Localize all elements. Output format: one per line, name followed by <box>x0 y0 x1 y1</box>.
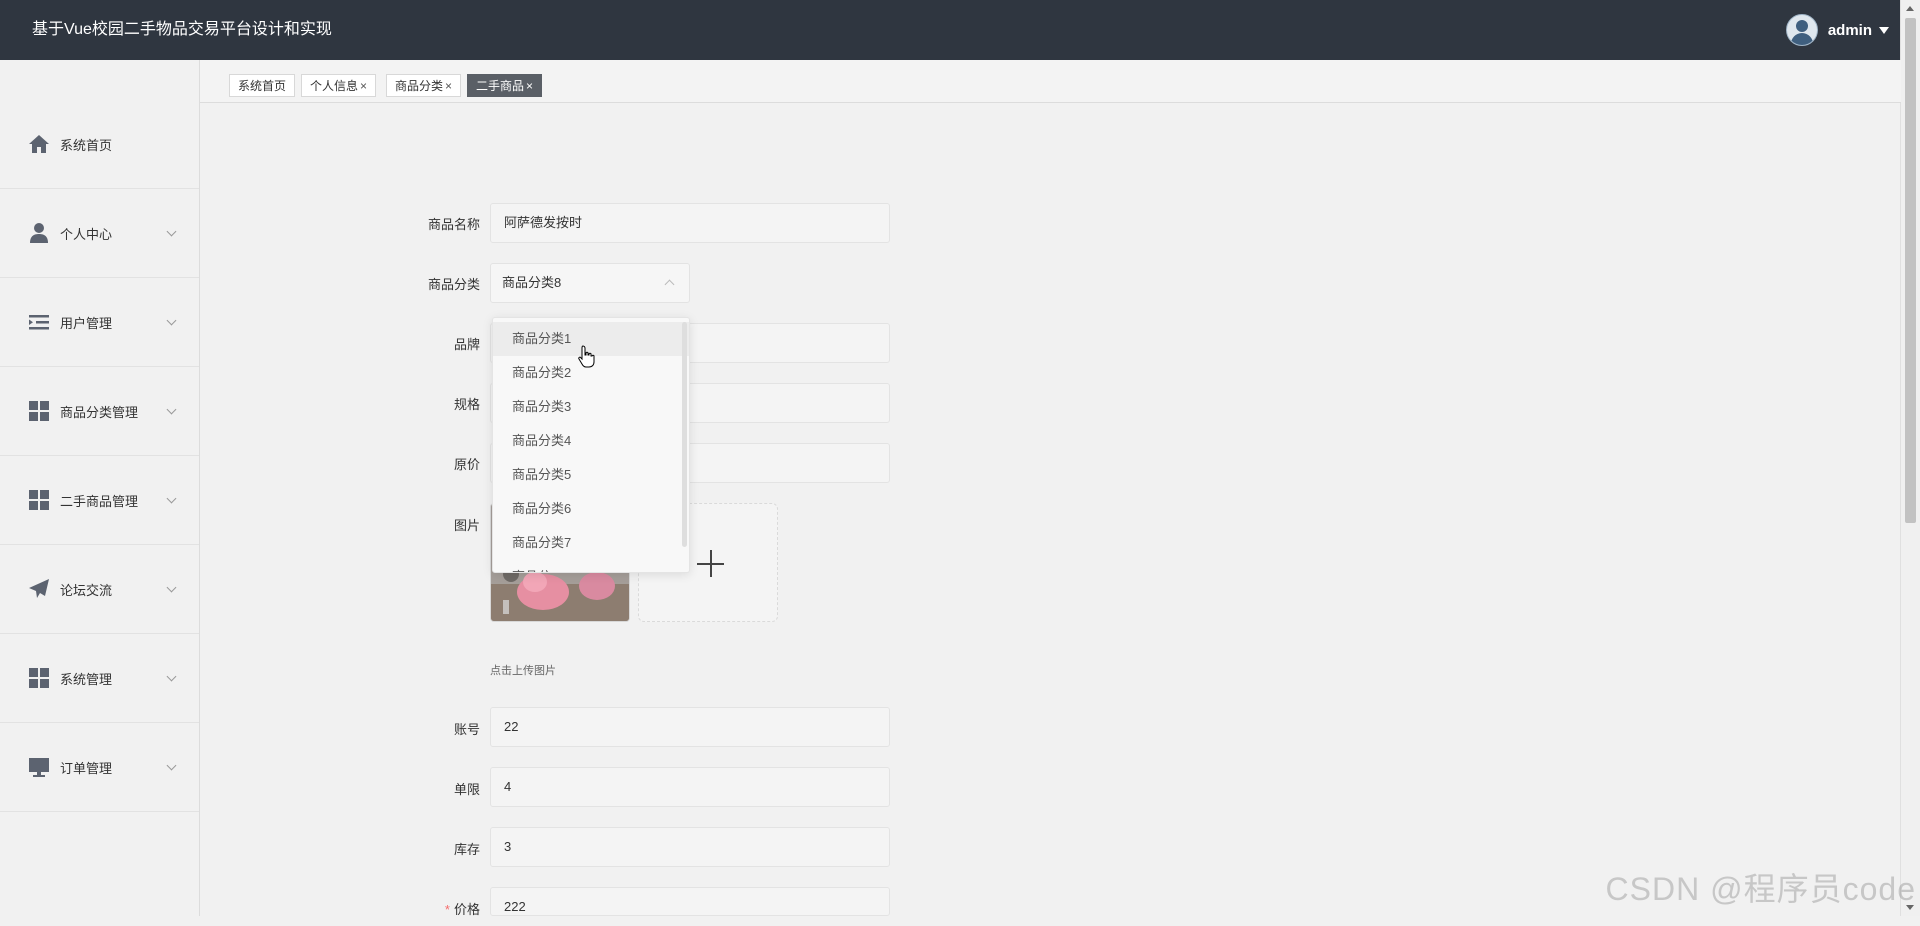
chevron-down-icon <box>166 582 177 593</box>
sidebar-item-home[interactable]: 系统首页 <box>0 100 199 189</box>
name-field[interactable]: 阿萨德发按时 <box>490 203 890 243</box>
scroll-up-icon[interactable] <box>1906 6 1914 11</box>
dropdown-option[interactable]: 商品分类6 <box>493 492 689 526</box>
label-brand: 品牌 <box>453 337 480 352</box>
dropdown-option[interactable]: 商品分类4 <box>493 424 689 458</box>
chevron-down-icon <box>166 760 177 771</box>
send-icon <box>29 579 49 598</box>
sidebar-item-label: 论坛交流 <box>60 582 113 598</box>
chevron-down-icon <box>166 671 177 682</box>
category-select[interactable]: 商品分类8 <box>490 263 690 303</box>
monitor-icon <box>29 758 49 777</box>
home-icon <box>29 135 49 153</box>
page-scrollbar[interactable] <box>1900 0 1920 916</box>
close-icon[interactable]: × <box>360 79 367 93</box>
username[interactable]: admin <box>1828 22 1872 39</box>
sidebar-item-category[interactable]: 商品分类管理 <box>0 367 199 456</box>
sidebar-item-label: 二手商品管理 <box>60 493 139 509</box>
scroll-thumb[interactable] <box>1905 18 1916 523</box>
label-image: 图片 <box>453 518 480 533</box>
list-icon <box>29 315 49 330</box>
app-title: 基于Vue校园二手物品交易平台设计和实现 <box>32 21 332 38</box>
dropdown-option[interactable]: 商品分类5 <box>493 458 689 492</box>
upload-tip: 点击上传图片 <box>490 665 556 677</box>
category-selected: 商品分类8 <box>502 275 562 290</box>
label-original-price: 原价 <box>453 457 480 472</box>
sidebar-item-label: 订单管理 <box>60 760 113 776</box>
grid-icon <box>29 401 49 421</box>
chevron-down-icon <box>166 315 177 326</box>
label-category: 商品分类 <box>427 277 480 292</box>
chevron-up-icon <box>664 279 675 290</box>
sidebar-item-forum[interactable]: 论坛交流 <box>0 545 199 634</box>
dropdown-scrollbar[interactable] <box>682 322 687 547</box>
dropdown-option[interactable]: 商品分类7 <box>493 526 689 560</box>
sidebar-item-label: 用户管理 <box>60 315 113 331</box>
chevron-down-icon <box>166 404 177 415</box>
sidebar-item-label: 系统管理 <box>60 671 113 687</box>
sidebar-item-system[interactable]: 系统管理 <box>0 634 199 723</box>
label-spec: 规格 <box>453 397 480 412</box>
sidebar-item-label: 商品分类管理 <box>60 404 139 420</box>
hand-cursor-icon <box>578 345 595 368</box>
chevron-down-icon <box>166 226 177 237</box>
tab-bar: 系统首页 个人信息 × 商品分类 × 二手商品 × <box>200 60 1901 103</box>
sidebar: 系统首页 个人中心 用户管理 商品分类管理 二手商品管理 论坛交流 系统管理 订… <box>0 60 200 916</box>
sidebar-item-goods[interactable]: 二手商品管理 <box>0 456 199 545</box>
dropdown-option[interactable]: 商品分 <box>493 560 689 572</box>
close-icon[interactable]: × <box>526 79 533 93</box>
chevron-down-icon <box>166 493 177 504</box>
dropdown-option[interactable]: 商品分类3 <box>493 390 689 424</box>
account-field[interactable]: 22 <box>490 707 890 747</box>
sidebar-item-label: 系统首页 <box>60 137 113 153</box>
limit-field[interactable]: 4 <box>490 767 890 807</box>
close-icon[interactable]: × <box>445 79 452 93</box>
label-price: * 价格 <box>444 902 480 917</box>
tab-personal-info[interactable]: 个人信息 × <box>301 74 377 97</box>
price-field[interactable]: 222 <box>490 887 890 916</box>
label-limit: 单限 <box>453 782 480 797</box>
top-header: 基于Vue校园二手物品交易平台设计和实现 admin <box>0 0 1901 60</box>
label-account: 账号 <box>453 722 480 737</box>
tab-goods[interactable]: 二手商品 × <box>467 74 543 97</box>
sidebar-item-label: 个人中心 <box>60 226 113 242</box>
required-mark: * <box>444 902 450 917</box>
label-stock: 库存 <box>453 842 480 857</box>
watermark: CSDN @程序员code <box>1605 871 1916 907</box>
sidebar-item-orders[interactable]: 订单管理 <box>0 723 199 812</box>
label-name: 商品名称 <box>427 217 480 232</box>
grid-icon <box>29 668 49 688</box>
sidebar-item-users[interactable]: 用户管理 <box>0 278 199 367</box>
tab-home[interactable]: 系统首页 <box>229 74 296 97</box>
user-menu[interactable]: admin <box>1785 14 1889 46</box>
grid-icon <box>29 490 49 510</box>
stock-field[interactable]: 3 <box>490 827 890 867</box>
sidebar-item-personal[interactable]: 个人中心 <box>0 189 199 278</box>
avatar[interactable] <box>1785 14 1818 46</box>
user-icon <box>30 223 48 243</box>
tab-category[interactable]: 商品分类 × <box>386 74 462 97</box>
caret-down-icon[interactable] <box>1879 26 1889 34</box>
